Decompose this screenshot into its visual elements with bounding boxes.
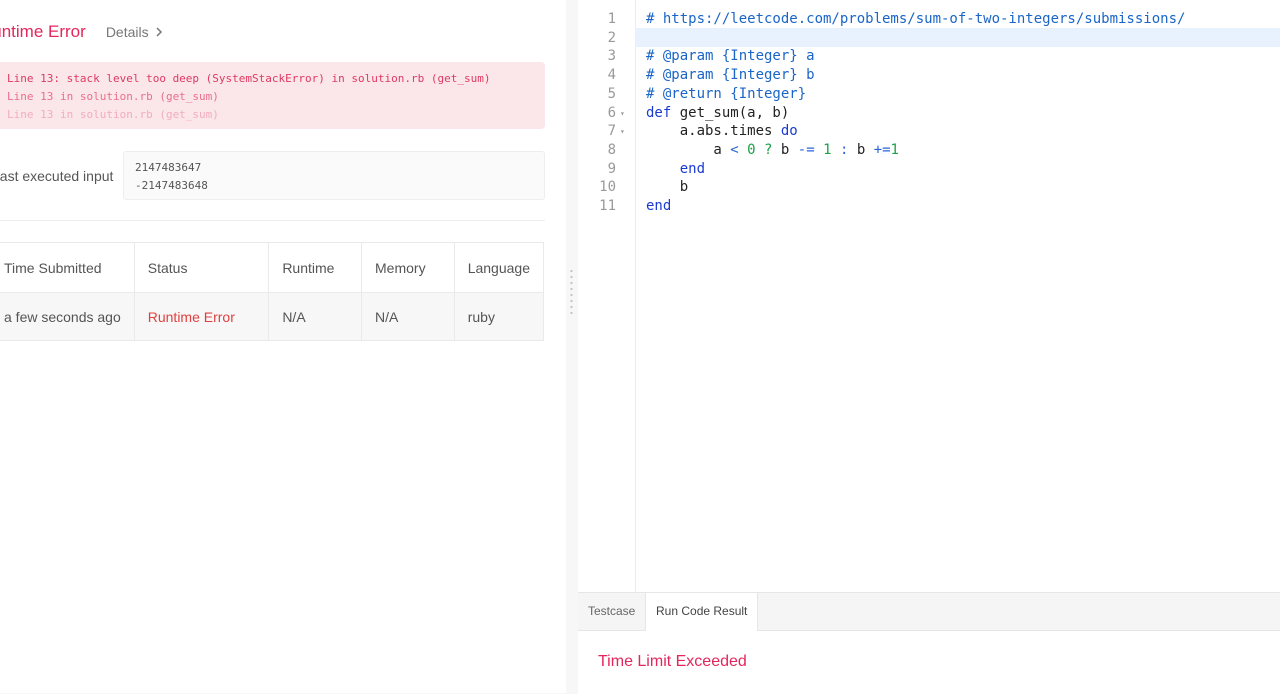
chevron-right-icon	[156, 27, 162, 37]
header-time-submitted[interactable]: Time Submitted	[0, 242, 135, 293]
status-title: Runtime Error	[0, 22, 86, 41]
header-memory[interactable]: Memory	[361, 242, 455, 293]
error-line: Line 13 in solution.rb (get_sum)	[7, 90, 219, 103]
submissions-table: Time Submitted Status Runtime Memory Lan…	[0, 242, 545, 341]
line-number-gutter: 1 2 3 4 5 6 ▾ 7 ▾ 8 9 10 11	[578, 0, 636, 592]
divider	[0, 220, 545, 221]
line-number: 3	[607, 48, 616, 65]
last-input-box: 2147483647 -2147483648	[123, 151, 545, 200]
last-input-label: Last executed input	[0, 168, 114, 184]
line-number: 9	[607, 160, 616, 177]
line-number: 2	[607, 29, 616, 46]
code-token: # https://leetcode.com/problems/sum-of-t…	[646, 11, 1186, 27]
line-number: 6	[607, 104, 616, 121]
error-line: Line 13 in solution.rb (get_sum)	[7, 108, 219, 121]
code-line[interactable]: def get_sum(a, b)	[646, 104, 789, 123]
code-token: def	[646, 104, 680, 121]
code-token: b	[848, 141, 874, 158]
console-panel: Testcase Run Code Result Time Limit Exce…	[578, 592, 1280, 694]
header-status[interactable]: Status	[133, 242, 270, 293]
code-token: get_sum(a, b)	[679, 104, 790, 121]
code-line[interactable]: a < 0 ? b -= 1 : b +=1	[646, 141, 899, 160]
cell-memory: N/A	[361, 292, 455, 341]
code-token: end	[646, 198, 672, 214]
code-line[interactable]: a.abs.times do	[646, 122, 798, 141]
table-header-row: Time Submitted Status Runtime Memory Lan…	[0, 242, 545, 293]
input-value: 2147483647	[135, 161, 202, 174]
console-tabbar: Testcase Run Code Result	[578, 593, 1280, 631]
line-number: 1	[607, 11, 616, 27]
input-value: -2147483648	[135, 179, 208, 192]
pane-splitter[interactable]	[566, 0, 578, 693]
header-runtime[interactable]: Runtime	[268, 242, 363, 293]
header-language[interactable]: Language	[453, 242, 545, 293]
code-token: <	[730, 141, 739, 158]
code-token: do	[780, 123, 798, 140]
table-row[interactable]: a few seconds ago Runtime Error N/A N/A …	[0, 292, 545, 341]
code-token: # @return {Integer}	[646, 85, 807, 102]
code-editor[interactable]: 1 2 3 4 5 6 ▾ 7 ▾ 8 9 10 11 # https://leetcode.com/p…	[578, 0, 1280, 592]
code-line[interactable]: # https://leetcode.com/problems/sum-of-t…	[646, 10, 1185, 29]
tab-run-code-result[interactable]: Run Code Result	[645, 593, 759, 631]
line-number: 8	[607, 141, 616, 158]
code-token: 1	[823, 141, 832, 158]
error-message-box: Line 13: stack level too deep (SystemSta…	[0, 62, 545, 129]
active-line-highlight	[635, 28, 1280, 47]
code-line[interactable]: b	[646, 178, 688, 197]
cell-language: ruby	[453, 292, 545, 341]
cell-status[interactable]: Runtime Error	[133, 292, 270, 341]
line-number: 10	[599, 179, 616, 196]
code-token: # @param {Integer} b	[646, 67, 815, 84]
code-token: b	[646, 179, 689, 196]
fold-arrow-icon[interactable]: ▾	[620, 122, 628, 141]
details-link[interactable]: Details	[106, 24, 163, 40]
cell-runtime: N/A	[268, 292, 363, 341]
code-token: end	[646, 160, 706, 177]
error-line: Line 13: stack level too deep (SystemSta…	[7, 72, 491, 85]
code-line[interactable]: # @return {Integer}	[646, 85, 806, 104]
code-token: 1	[890, 141, 899, 158]
line-number: 5	[607, 85, 616, 102]
fold-arrow-icon[interactable]: ▾	[620, 104, 628, 123]
code-line[interactable]: # @param {Integer} a	[646, 47, 815, 66]
code-line[interactable]: # @param {Integer} b	[646, 66, 815, 85]
result-header: Runtime Error Details	[0, 20, 163, 44]
code-token: # @param {Integer} a	[646, 48, 815, 65]
submission-result-panel: Runtime Error Details Line 13: stack lev…	[0, 0, 567, 693]
line-number: 4	[607, 67, 616, 84]
details-label: Details	[105, 24, 149, 40]
drag-handle-icon[interactable]	[570, 268, 573, 318]
code-token: 0	[747, 141, 756, 158]
cell-time: a few seconds ago	[0, 292, 135, 341]
line-number: 7	[607, 123, 616, 140]
code-line[interactable]: end	[646, 160, 705, 179]
line-number: 11	[599, 198, 616, 214]
code-token: a.abs.times	[646, 123, 781, 140]
code-token: +=	[873, 141, 891, 158]
code-token: b	[772, 141, 798, 158]
code-token: a	[646, 141, 731, 158]
console-result-status: Time Limit Exceeded	[598, 653, 747, 670]
code-line[interactable]: end	[646, 197, 671, 216]
tab-testcase[interactable]: Testcase	[578, 593, 645, 630]
code-workspace: 1 2 3 4 5 6 ▾ 7 ▾ 8 9 10 11 # https://leetcode.com/p…	[578, 0, 1280, 694]
code-token: -=	[797, 141, 815, 158]
